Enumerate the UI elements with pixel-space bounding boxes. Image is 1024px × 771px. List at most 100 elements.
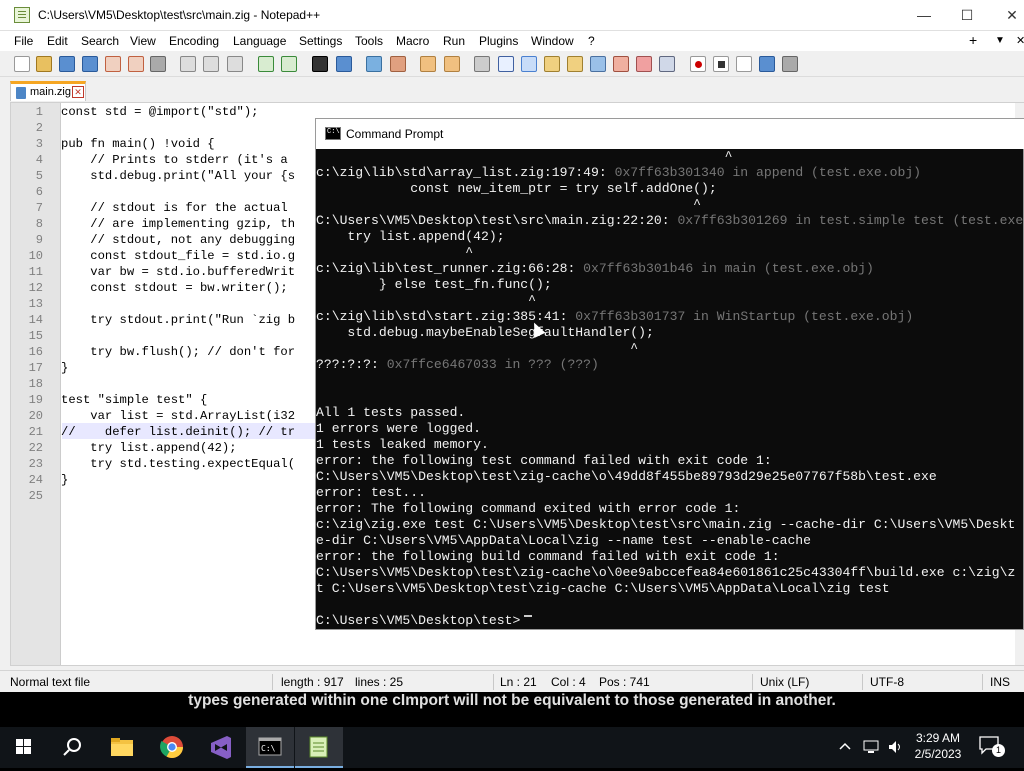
line-status: Ln : 21 [500,675,537,689]
window-title: C:\Users\VM5\Desktop\test\src\main.zig -… [38,8,321,22]
cmd-title-bar[interactable]: Command Prompt [316,119,1024,149]
menu-window[interactable]: Window [531,34,574,48]
cmd-output-line: error: the following test command failed… [316,453,772,469]
save-icon[interactable] [59,56,75,72]
menu-help[interactable]: ? [588,34,595,48]
eol-status[interactable]: Unix (LF) [760,675,809,689]
notepadpp-taskbar-button[interactable] [295,727,343,768]
line-number: 23 [28,457,43,471]
cmd-output-line: c:\zig\lib\test_runner.zig:66:28: 0x7ff6… [316,261,874,277]
cmd-line-text: All 1 tests passed. [316,405,466,420]
new-file-icon[interactable] [14,56,30,72]
menu-language[interactable]: Language [233,34,286,48]
tab-bar: main.zig ✕ [0,78,1024,102]
close-tab-menu-button[interactable]: ✕ [1016,34,1024,47]
menu-encoding[interactable]: Encoding [169,34,219,48]
cmd-line-text: C:\Users\VM5\Desktop\test> [316,613,521,628]
cmd-output-line: error: test... [316,485,426,501]
chrome-button[interactable] [148,727,196,768]
code-line: std.debug.print("All your {s [61,169,296,183]
find-icon[interactable] [312,56,328,72]
copy-icon[interactable] [203,56,219,72]
code-line: } [61,361,69,375]
line-number: 10 [28,249,43,263]
word-wrap-icon[interactable] [474,56,490,72]
menu-run[interactable]: Run [443,34,465,48]
save-all-icon[interactable] [82,56,98,72]
new-tab-button[interactable]: + [969,32,977,48]
sync-horizontal-icon[interactable] [444,56,460,72]
cmd-output-line: c:\zig\lib\std\array_list.zig:197:49: 0x… [316,165,921,181]
cmd-line-text: ^ [316,293,537,308]
cmd-icon [325,127,341,140]
command-prompt-window[interactable]: Command Prompt ^ c:\zig\lib\std\array_lis… [315,118,1024,630]
tab-close-icon[interactable]: ✕ [72,86,84,98]
file-icon [16,87,26,99]
undo-icon[interactable] [258,56,274,72]
command-prompt-taskbar-button[interactable]: C:\ [246,727,294,768]
open-file-icon[interactable] [36,56,52,72]
cmd-line-text: 1 tests leaked memory. [316,437,489,452]
function-list-icon[interactable] [613,56,629,72]
code-line: const std = @import("std"); [61,105,259,119]
menu-tools[interactable]: Tools [355,34,383,48]
menu-search[interactable]: Search [81,34,119,48]
paste-icon[interactable] [227,56,243,72]
menu-edit[interactable]: Edit [47,34,68,48]
code-line: pub fn main() !void { [61,137,215,151]
sync-vertical-icon[interactable] [420,56,436,72]
zoom-in-icon[interactable] [366,56,382,72]
start-button[interactable] [0,727,48,768]
chevron-up-icon[interactable] [838,739,852,753]
print-icon[interactable] [150,56,166,72]
maximize-button[interactable]: ☐ [945,0,989,31]
folder-icon [111,738,133,756]
clock[interactable]: 3:29 AM 2/5/2023 [908,731,968,761]
close-button[interactable]: ✕ [990,0,1024,31]
search-button[interactable] [48,727,96,768]
close-all-icon[interactable] [128,56,144,72]
notepadpp-icon [309,736,328,758]
volume-icon[interactable] [887,739,903,755]
insert-mode-status[interactable]: INS [990,675,1010,689]
folder-workspace-icon[interactable] [636,56,652,72]
file-explorer-button[interactable] [98,727,146,768]
cmd-output-line: ^ [316,197,701,213]
tab-main-zig[interactable]: main.zig ✕ [10,81,86,101]
menu-settings[interactable]: Settings [299,34,342,48]
zoom-out-icon[interactable] [390,56,406,72]
doc-list-icon[interactable] [590,56,606,72]
menu-file[interactable]: File [14,34,33,48]
line-number: 25 [28,489,43,503]
udl-icon[interactable] [544,56,560,72]
stop-macro-icon[interactable] [713,56,729,72]
encoding-status[interactable]: UTF-8 [870,675,904,689]
menu-view[interactable]: View [130,34,156,48]
replace-icon[interactable] [336,56,352,72]
network-icon[interactable] [863,739,879,755]
save-macro-icon[interactable] [782,56,798,72]
menu-macro[interactable]: Macro [396,34,429,48]
line-number: 9 [35,233,43,247]
minimize-button[interactable]: — [902,0,946,31]
cmd-output-line: C:\Users\VM5\Desktop\test> [316,613,520,629]
monitoring-icon[interactable] [659,56,675,72]
line-number: 21 [28,425,43,439]
tab-list-dropdown[interactable]: ▼ [995,35,1005,46]
code-line: const stdout_file = std.io.g [61,249,296,263]
show-all-chars-icon[interactable] [498,56,514,72]
code-line: try stdout.print("Run `zig b [61,313,296,327]
redo-icon[interactable] [281,56,297,72]
cmd-output-line: const new_item_ptr = try self.addOne(); [316,181,716,197]
play-macro-icon[interactable] [736,56,752,72]
run-macro-multiple-icon[interactable] [759,56,775,72]
cut-icon[interactable] [180,56,196,72]
visual-studio-button[interactable] [197,727,245,768]
menu-plugins[interactable]: Plugins [479,34,518,48]
indent-guide-icon[interactable] [521,56,537,72]
close-file-icon[interactable] [105,56,121,72]
notification-center-button[interactable]: 1 [978,735,1008,761]
line-number: 15 [28,329,43,343]
doc-map-icon[interactable] [567,56,583,72]
record-macro-icon[interactable] [690,56,706,72]
